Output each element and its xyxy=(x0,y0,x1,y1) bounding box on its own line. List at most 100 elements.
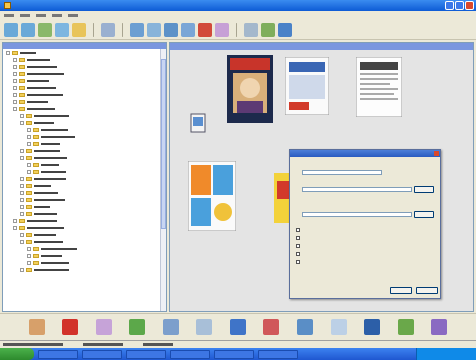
up-icon[interactable] xyxy=(38,22,52,37)
expand-toggle-icon[interactable] xyxy=(27,169,31,174)
thumbnail-item[interactable] xyxy=(190,113,206,133)
tree-item[interactable] xyxy=(3,238,166,245)
delete-icon[interactable] xyxy=(198,22,212,37)
taskbar-button[interactable] xyxy=(214,349,254,359)
expand-toggle-icon[interactable] xyxy=(20,204,24,209)
expand-toggle-icon[interactable] xyxy=(13,71,17,76)
dialog-cancel-button[interactable] xyxy=(416,287,438,294)
image-icon[interactable] xyxy=(129,319,146,335)
sort-icon[interactable] xyxy=(130,22,144,37)
expand-toggle-icon[interactable] xyxy=(13,78,17,83)
tree-item[interactable] xyxy=(3,133,166,140)
tree-scrollbar[interactable] xyxy=(160,49,166,311)
taskbar-button[interactable] xyxy=(170,349,210,359)
menu-item-view[interactable] xyxy=(36,14,46,17)
rotate-icon[interactable] xyxy=(164,22,178,37)
expand-toggle-icon[interactable] xyxy=(13,85,17,90)
view-icon[interactable] xyxy=(101,22,115,37)
close-button[interactable] xyxy=(465,1,474,10)
expand-toggle-icon[interactable] xyxy=(13,225,17,230)
expand-toggle-icon[interactable] xyxy=(27,253,31,258)
tree-item[interactable] xyxy=(3,161,166,168)
print-icon[interactable] xyxy=(244,22,258,37)
tree-item[interactable] xyxy=(3,49,166,56)
expand-toggle-icon[interactable] xyxy=(20,190,24,195)
tree-item[interactable] xyxy=(3,245,166,252)
thumbnail-item[interactable] xyxy=(356,57,402,117)
move-icon[interactable] xyxy=(215,22,229,37)
tree-item[interactable] xyxy=(3,210,166,217)
expand-toggle-icon[interactable] xyxy=(20,211,24,216)
tree-item[interactable] xyxy=(3,126,166,133)
dialog-browse-button[interactable] xyxy=(414,186,434,193)
thumbnail-item[interactable] xyxy=(227,55,273,123)
tree-item[interactable] xyxy=(3,98,166,105)
settings-icon[interactable] xyxy=(261,22,275,37)
tree-item[interactable] xyxy=(3,140,166,147)
expand-toggle-icon[interactable] xyxy=(20,113,24,118)
expand-toggle-icon[interactable] xyxy=(20,239,24,244)
filter-icon[interactable] xyxy=(95,319,112,335)
back-icon[interactable] xyxy=(4,22,18,37)
forward-icon[interactable] xyxy=(21,22,35,37)
expand-toggle-icon[interactable] xyxy=(13,218,17,223)
expand-toggle-icon[interactable] xyxy=(27,134,31,139)
dialog-ok-button[interactable] xyxy=(390,287,412,294)
expand-toggle-icon[interactable] xyxy=(13,99,17,104)
option-checkbox[interactable] xyxy=(296,244,300,248)
tree-item[interactable] xyxy=(3,224,166,231)
refresh-icon[interactable] xyxy=(55,22,69,37)
expand-toggle-icon[interactable] xyxy=(27,141,31,146)
expand-toggle-icon[interactable] xyxy=(6,50,10,55)
dialog-option[interactable] xyxy=(296,260,302,264)
copy-icon[interactable] xyxy=(181,22,195,37)
filter-icon[interactable] xyxy=(147,22,161,37)
option-checkbox[interactable] xyxy=(296,236,300,240)
dialog-input-field[interactable] xyxy=(302,187,412,192)
dialog-option[interactable] xyxy=(296,228,302,232)
book-icon[interactable] xyxy=(397,319,414,335)
minimize-button[interactable] xyxy=(445,1,454,10)
tree-item[interactable] xyxy=(3,203,166,210)
tree-item[interactable] xyxy=(3,154,166,161)
tree-item[interactable] xyxy=(3,196,166,203)
menu-item-tools[interactable] xyxy=(52,14,62,17)
tree-item[interactable] xyxy=(3,168,166,175)
stop-icon[interactable] xyxy=(62,319,79,335)
edit-icon[interactable] xyxy=(196,319,213,335)
dialog-browse-button[interactable] xyxy=(414,211,434,218)
dialog-option[interactable] xyxy=(296,252,302,256)
help-icon[interactable] xyxy=(278,22,292,37)
expand-toggle-icon[interactable] xyxy=(20,176,24,181)
tree-item[interactable] xyxy=(3,182,166,189)
tree-item[interactable] xyxy=(3,91,166,98)
expand-toggle-icon[interactable] xyxy=(13,106,17,111)
menu-item-edit[interactable] xyxy=(20,14,30,17)
maximize-button[interactable] xyxy=(455,1,464,10)
tree-item[interactable] xyxy=(3,147,166,154)
dialog-input-field[interactable] xyxy=(302,212,412,217)
tree-item[interactable] xyxy=(3,84,166,91)
dialog-close-button[interactable] xyxy=(434,151,439,156)
tree-item[interactable] xyxy=(3,231,166,238)
tree-item[interactable] xyxy=(3,105,166,112)
taskbar-button[interactable] xyxy=(258,349,298,359)
tree-item[interactable] xyxy=(3,259,166,266)
dialog-option[interactable] xyxy=(296,236,302,240)
tree-item[interactable] xyxy=(3,266,166,273)
expand-toggle-icon[interactable] xyxy=(20,120,24,125)
option-checkbox[interactable] xyxy=(296,228,300,232)
tree-item[interactable] xyxy=(3,56,166,63)
tree-item[interactable] xyxy=(3,112,166,119)
expand-toggle-icon[interactable] xyxy=(13,57,17,62)
document-icon[interactable] xyxy=(229,319,246,335)
expand-toggle-icon[interactable] xyxy=(27,162,31,167)
tree-item[interactable] xyxy=(3,175,166,182)
expand-toggle-icon[interactable] xyxy=(27,260,31,265)
expand-toggle-icon[interactable] xyxy=(20,148,24,153)
tree-item[interactable] xyxy=(3,217,166,224)
zoom-icon[interactable] xyxy=(431,319,448,335)
tree-item[interactable] xyxy=(3,77,166,84)
expand-toggle-icon[interactable] xyxy=(20,183,24,188)
taskbar-button[interactable] xyxy=(126,349,166,359)
